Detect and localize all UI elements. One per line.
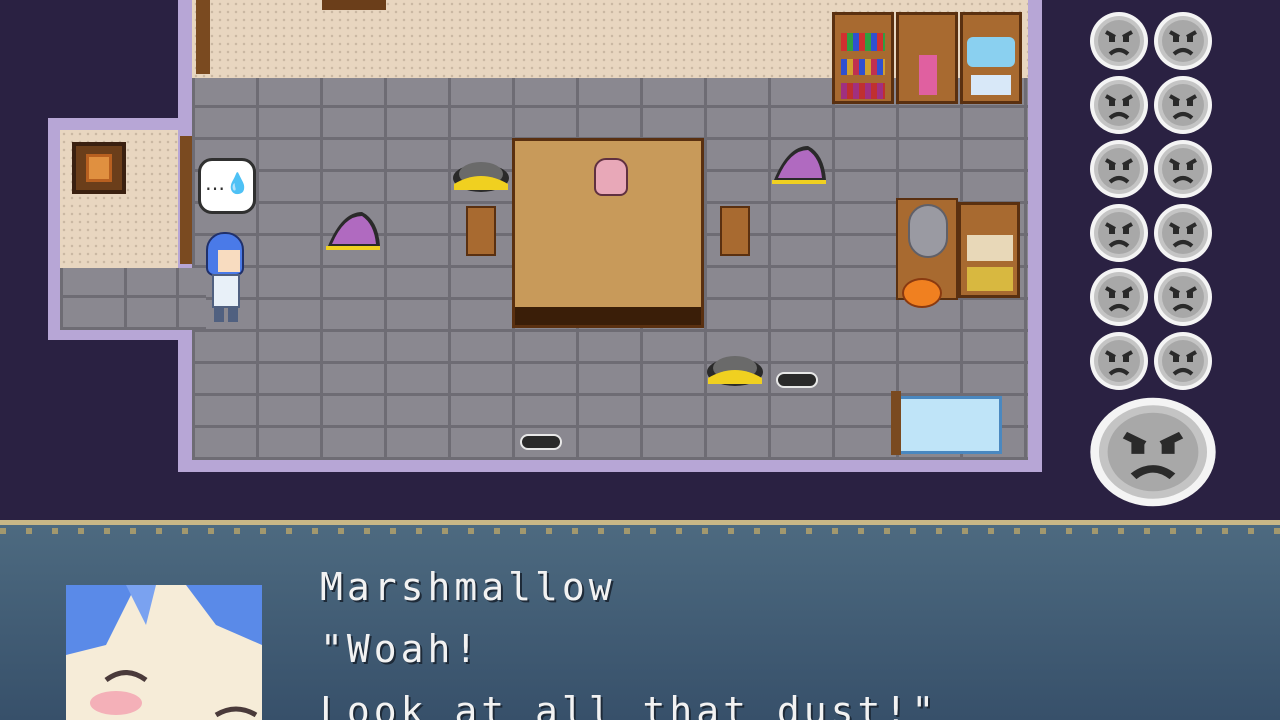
- picture-frame: [72, 142, 126, 194]
- drawer-cabinet: [958, 202, 1020, 298]
- status-face-icon: [1152, 138, 1214, 200]
- status-face-icon: [1152, 10, 1214, 72]
- emote-bubble: …💧: [198, 158, 256, 214]
- dialogue-line-2: Look at all that dust!": [320, 689, 939, 720]
- status-face-large-icon: [1086, 394, 1220, 510]
- wall-pillar: [196, 0, 210, 74]
- dropped-item: [902, 278, 942, 308]
- speaker-name: Marshmallow: [320, 565, 616, 609]
- chair-right: [720, 206, 750, 256]
- status-face-icon: [1088, 330, 1150, 392]
- dust-pile[interactable]: [704, 342, 766, 388]
- game-scene: …💧: [0, 0, 1280, 520]
- status-face-icon: [1088, 266, 1150, 328]
- dialogue-box[interactable]: Marshmallow "Woah! Look at all that dust…: [0, 520, 1280, 720]
- dialogue-line-1: "Woah!: [320, 627, 482, 671]
- flower-vase: [594, 158, 628, 196]
- status-face-icon: [1152, 266, 1214, 328]
- dust-pile-pink[interactable]: [322, 206, 384, 252]
- bed: [891, 391, 1002, 455]
- status-face-icon: [1088, 202, 1150, 264]
- bookshelf: [832, 12, 894, 104]
- emote-bubble-text: …💧: [205, 171, 250, 195]
- status-face-icon: [1088, 10, 1150, 72]
- status-face-icon: [1152, 330, 1214, 392]
- status-face-icon: [1152, 202, 1214, 264]
- status-face-icon: [1088, 74, 1150, 136]
- status-face-icon: [1088, 138, 1150, 200]
- shelf-with-items: [960, 12, 1022, 104]
- cabinet: [896, 12, 958, 104]
- wall-window: [322, 0, 386, 10]
- dust-pile[interactable]: [450, 148, 512, 194]
- dust-pile-pink[interactable]: [768, 140, 830, 186]
- chair-left: [466, 206, 496, 256]
- status-face-icon: [1152, 74, 1214, 136]
- player-character[interactable]: [200, 232, 250, 324]
- cockroach-sprite[interactable]: [520, 434, 562, 450]
- character-portrait: [66, 585, 262, 720]
- cockroach-sprite[interactable]: [776, 372, 818, 388]
